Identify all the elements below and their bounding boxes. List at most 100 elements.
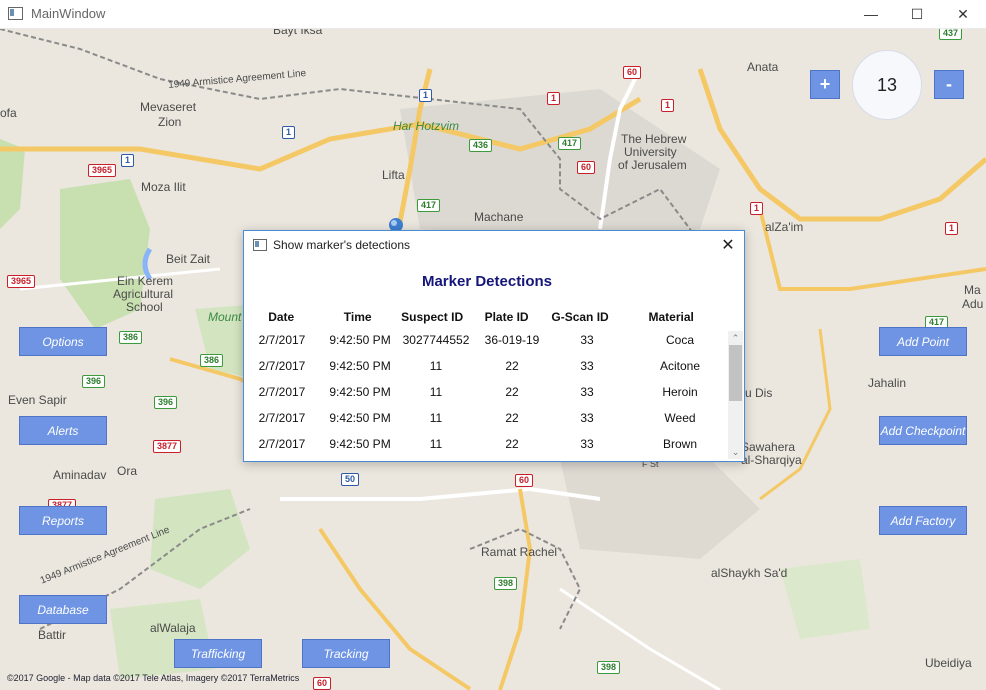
map-label: Agricultural bbox=[113, 287, 174, 301]
zoom-in-button[interactable]: + bbox=[810, 70, 840, 99]
road-shield: 50 bbox=[341, 473, 360, 486]
road-shield: 60 bbox=[515, 474, 534, 487]
dialog-app-icon bbox=[253, 239, 267, 251]
road-shield: 437 bbox=[939, 29, 963, 40]
column-header-gscan-id[interactable]: G-Scan ID bbox=[546, 310, 615, 324]
reports-button[interactable]: Reports bbox=[19, 506, 107, 535]
cell-suspect-id: 11 bbox=[429, 385, 443, 399]
road-shield: 417 bbox=[417, 199, 441, 212]
road-shield: 1 bbox=[945, 222, 959, 235]
map-label: alWalaja bbox=[150, 621, 196, 635]
cell-material: Weed bbox=[664, 411, 696, 425]
map-label: Ramat Rachel bbox=[481, 545, 558, 559]
road-shield: 3877 bbox=[153, 440, 182, 453]
map-label: Mevaseret bbox=[140, 100, 197, 114]
maximize-button[interactable]: ☐ bbox=[894, 0, 940, 28]
map-label: School bbox=[126, 300, 163, 314]
map-label: Mount bbox=[208, 310, 242, 324]
cell-suspect-id: 11 bbox=[429, 411, 443, 425]
zoom-out-button[interactable]: - bbox=[934, 70, 964, 99]
cell-gscan-id: 33 bbox=[580, 437, 594, 451]
table-row[interactable]: 2/7/2017 9:42:50 PM 11 22 33 Weed bbox=[244, 405, 738, 431]
add-checkpoint-button[interactable]: Add Checkpoint bbox=[879, 416, 967, 445]
road-shield: 398 bbox=[597, 661, 621, 674]
cell-plate-id: 22 bbox=[505, 411, 519, 425]
cell-time: 9:42:50 PM bbox=[329, 411, 391, 425]
map-label: Even Sapir bbox=[8, 393, 67, 407]
alerts-button[interactable]: Alerts bbox=[19, 416, 107, 445]
cell-plate-id: 22 bbox=[505, 385, 519, 399]
cell-date: 2/7/2017 bbox=[258, 359, 306, 373]
cell-material: Coca bbox=[665, 333, 694, 347]
map-label: Aminadav bbox=[53, 468, 107, 482]
scrollbar-thumb[interactable] bbox=[729, 345, 742, 401]
column-header-plate-id[interactable]: Plate ID bbox=[467, 310, 545, 324]
dialog-heading: Marker Detections bbox=[421, 273, 553, 290]
map-label: u Dis bbox=[745, 386, 773, 400]
map-label: Ein Kerem bbox=[117, 274, 174, 288]
map-label: Machane bbox=[474, 210, 524, 224]
road-shield: 3965 bbox=[7, 275, 36, 288]
map-label: Anata bbox=[747, 60, 779, 74]
app-icon bbox=[8, 7, 23, 20]
table-row[interactable]: 2/7/2017 9:42:50 PM 11 22 33 Brown bbox=[244, 431, 738, 457]
road-shield: 3965 bbox=[88, 164, 117, 177]
tracking-button[interactable]: Tracking bbox=[302, 639, 390, 668]
cell-date: 2/7/2017 bbox=[258, 437, 306, 451]
cell-material: Brown bbox=[662, 437, 697, 451]
cell-plate-id: 22 bbox=[505, 359, 519, 373]
road-shield: 386 bbox=[119, 331, 143, 344]
cell-gscan-id: 33 bbox=[580, 411, 594, 425]
column-header-time[interactable]: Time bbox=[318, 310, 396, 324]
database-button[interactable]: Database bbox=[19, 595, 107, 624]
window-title: MainWindow bbox=[31, 6, 106, 21]
road-shield: 436 bbox=[469, 139, 493, 152]
road-shield: 60 bbox=[623, 66, 642, 79]
scroll-down-icon[interactable]: ⌄ bbox=[728, 445, 743, 459]
map-label: Bayt Iksa bbox=[273, 29, 323, 37]
map-label: Zion bbox=[158, 115, 182, 129]
road-shield: 60 bbox=[313, 677, 332, 690]
dialog-titlebar[interactable]: Show marker's detections ✕ bbox=[244, 231, 744, 259]
dialog-close-button[interactable]: ✕ bbox=[714, 234, 742, 256]
map-label: Adu bbox=[962, 297, 984, 311]
table-row[interactable]: 2/7/2017 9:42:50 PM 11 22 33 Acitone bbox=[244, 353, 738, 379]
cell-date: 2/7/2017 bbox=[258, 333, 306, 347]
trafficking-button[interactable]: Trafficking bbox=[174, 639, 262, 668]
scroll-up-icon[interactable]: ⌃ bbox=[728, 331, 743, 345]
column-header-suspect-id[interactable]: Suspect ID bbox=[397, 310, 468, 324]
cell-time: 9:42:50 PM bbox=[329, 359, 391, 373]
cell-material: Heroin bbox=[662, 385, 698, 399]
column-header-material[interactable]: Material bbox=[614, 310, 728, 324]
cell-time: 9:42:50 PM bbox=[329, 385, 391, 399]
road-shield: 1 bbox=[282, 126, 296, 139]
cell-gscan-id: 33 bbox=[580, 333, 594, 347]
map-label: alZa'im bbox=[765, 220, 804, 234]
marker-detections-dialog: Show marker's detections ✕ Marker Detect… bbox=[243, 230, 745, 462]
table-row[interactable]: 2/7/2017 9:42:50 PM 3027744552 36-019-19… bbox=[244, 327, 738, 353]
cell-time: 9:42:50 PM bbox=[329, 437, 391, 451]
map-label: al-Sharqiya bbox=[741, 453, 802, 467]
minimize-button[interactable]: — bbox=[848, 0, 894, 28]
road-shield: 1 bbox=[419, 89, 433, 102]
map-label: Lifta bbox=[382, 168, 405, 182]
zoom-level-display: 13 bbox=[852, 50, 922, 120]
add-factory-button[interactable]: Add Factory bbox=[879, 506, 967, 535]
road-shield: 1 bbox=[661, 99, 675, 112]
column-header-date[interactable]: Date bbox=[244, 310, 318, 324]
road-shield: 396 bbox=[82, 375, 106, 388]
road-shield: 386 bbox=[200, 354, 224, 367]
map-label: University bbox=[624, 145, 677, 159]
add-point-button[interactable]: Add Point bbox=[879, 327, 967, 356]
map-label: Battir bbox=[38, 628, 67, 642]
cell-material: Acitone bbox=[659, 359, 701, 373]
options-button[interactable]: Options bbox=[19, 327, 107, 356]
map-label: Beit Zait bbox=[166, 252, 211, 266]
close-window-button[interactable]: ✕ bbox=[940, 0, 986, 28]
table-row[interactable]: 2/7/2017 9:42:50 PM 11 22 33 Heroin bbox=[244, 379, 738, 405]
table-scrollbar[interactable]: ⌃ ⌄ bbox=[728, 331, 743, 459]
cell-suspect-id: 11 bbox=[429, 359, 443, 373]
cell-gscan-id: 33 bbox=[580, 385, 594, 399]
road-shield: 398 bbox=[494, 577, 518, 590]
cell-plate-id: 22 bbox=[505, 437, 519, 451]
